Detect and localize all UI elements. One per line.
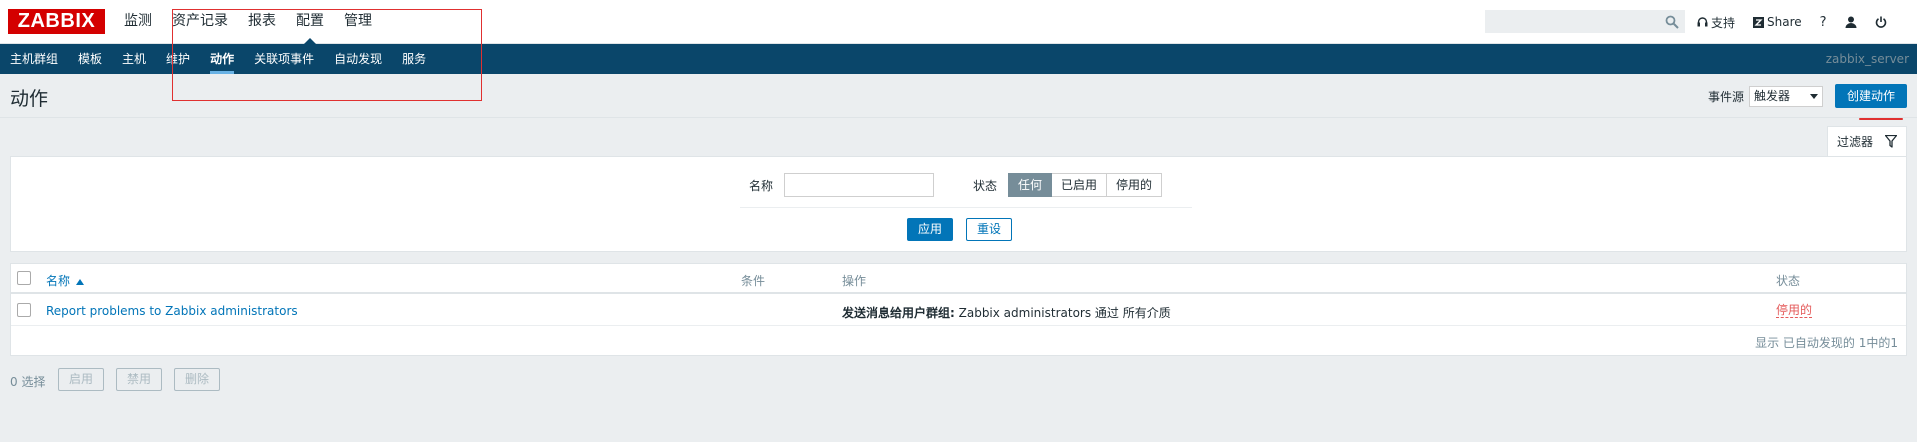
operation-text: Zabbix administrators 通过 所有介质 — [954, 306, 1171, 320]
subnav-services[interactable]: 服务 — [402, 44, 426, 74]
create-action-button[interactable]: 创建动作 — [1834, 84, 1907, 108]
filter-reset-button[interactable]: 重设 — [966, 218, 1013, 241]
disable-button[interactable]: 禁用 — [116, 368, 163, 391]
row-checkbox[interactable] — [17, 303, 31, 317]
status-option-disabled[interactable]: 停用的 — [1107, 173, 1163, 197]
menu-inventory[interactable]: 资产记录 — [172, 0, 228, 44]
page-title: 动作 — [10, 88, 49, 110]
event-source-select[interactable]: 触发器 — [1748, 85, 1823, 107]
menu-reports[interactable]: 报表 — [248, 0, 276, 44]
filter-panel: 名称 状态 任何 已启用 停用的 应用 重设 — [10, 156, 1907, 252]
subnav-hosts[interactable]: 主机 — [122, 44, 146, 74]
sign-out-icon[interactable] — [1875, 16, 1887, 28]
status-option-any[interactable]: 任何 — [1008, 173, 1053, 197]
status-toggle-disabled[interactable]: 停用的 — [1776, 304, 1813, 318]
event-source-label: 事件源 — [1707, 89, 1744, 104]
filter-name-input[interactable] — [784, 173, 934, 197]
subnav-actions[interactable]: 动作 — [210, 44, 235, 74]
dropdown-arrow-icon — [1809, 93, 1818, 99]
page-header-controls: 事件源 触发器 创建动作 — [1708, 84, 1907, 108]
filter-status-label: 状态 — [973, 179, 998, 193]
subnav-host-groups[interactable]: 主机群组 — [10, 44, 58, 74]
annotation-underline — [1859, 118, 1903, 120]
menu-administration[interactable]: 管理 — [344, 0, 372, 44]
selected-count: 0 选择 — [10, 375, 46, 389]
action-name-link[interactable]: Report problems to Zabbix administrators — [46, 304, 298, 318]
sub-navigation: 主机群组 模板 主机 维护 动作 关联项事件 自动发现 服务 zabbix_se… — [0, 44, 1917, 74]
header-links: 支持 Share ? — [1697, 0, 1895, 44]
help-icon[interactable]: ? — [1820, 15, 1827, 30]
delete-button[interactable]: 删除 — [174, 368, 221, 391]
share-label: Share — [1767, 15, 1802, 29]
column-name-label: 名称 — [46, 274, 71, 288]
filter-apply-button[interactable]: 应用 — [907, 218, 954, 241]
headset-icon — [1697, 16, 1708, 26]
event-source-value: 触发器 — [1753, 88, 1790, 103]
filter-name-label: 名称 — [749, 179, 774, 193]
column-conditions-header: 条件 — [741, 274, 766, 288]
paging-info: 显示 已自动发现的 1中的1 — [1755, 336, 1898, 350]
table-row: Report problems to Zabbix administrators… — [11, 296, 1906, 326]
column-status-header: 状态 — [1776, 274, 1801, 288]
action-operations: 发送消息给用户群组: Zabbix administrators 通过 所有介质 — [842, 304, 1171, 321]
search-input[interactable] — [1485, 10, 1685, 33]
server-name: zabbix_server — [1825, 52, 1909, 66]
filter-divider — [740, 207, 1192, 208]
actions-table: 名称 条件 操作 状态 Report problems to Zabbix ad… — [10, 263, 1907, 356]
enable-button[interactable]: 启用 — [58, 368, 105, 391]
status-option-enabled[interactable]: 已启用 — [1052, 173, 1108, 197]
share-z-icon — [1753, 16, 1765, 28]
search-icon[interactable] — [1665, 15, 1679, 29]
filter-tab-label: 过滤器 — [1836, 135, 1873, 149]
filter-status-segmented: 任何 已启用 停用的 — [1008, 173, 1163, 197]
filter-tab[interactable]: 过滤器 — [1827, 126, 1907, 156]
support-label: 支持 — [1711, 15, 1736, 30]
support-link[interactable]: 支持 — [1697, 14, 1735, 31]
funnel-icon — [1885, 135, 1897, 148]
subnav-maintenance[interactable]: 维护 — [166, 44, 190, 74]
subnav-event-correlation[interactable]: 关联项事件 — [254, 44, 314, 74]
table-header: 名称 条件 操作 状态 — [11, 264, 1906, 294]
operation-prefix: 发送消息给用户群组: — [842, 306, 955, 320]
subnav-discovery[interactable]: 自动发现 — [334, 44, 382, 74]
select-all-checkbox[interactable] — [17, 271, 31, 285]
sort-asc-icon — [75, 279, 84, 285]
share-link[interactable]: Share — [1753, 15, 1802, 29]
zabbix-logo[interactable]: ZABBIX — [8, 9, 105, 34]
header-divider — [0, 117, 1917, 118]
top-header: ZABBIX 监测 资产记录 报表 配置 管理 支持 Share ? — [0, 0, 1917, 44]
menu-monitoring[interactable]: 监测 — [124, 0, 152, 44]
column-name-header[interactable]: 名称 — [46, 272, 84, 289]
user-profile-icon[interactable] — [1845, 16, 1857, 28]
column-operations-header: 操作 — [842, 274, 867, 288]
menu-configuration[interactable]: 配置 — [296, 0, 324, 44]
main-menu: 监测 资产记录 报表 配置 管理 — [124, 0, 392, 44]
subnav-templates[interactable]: 模板 — [78, 44, 102, 74]
